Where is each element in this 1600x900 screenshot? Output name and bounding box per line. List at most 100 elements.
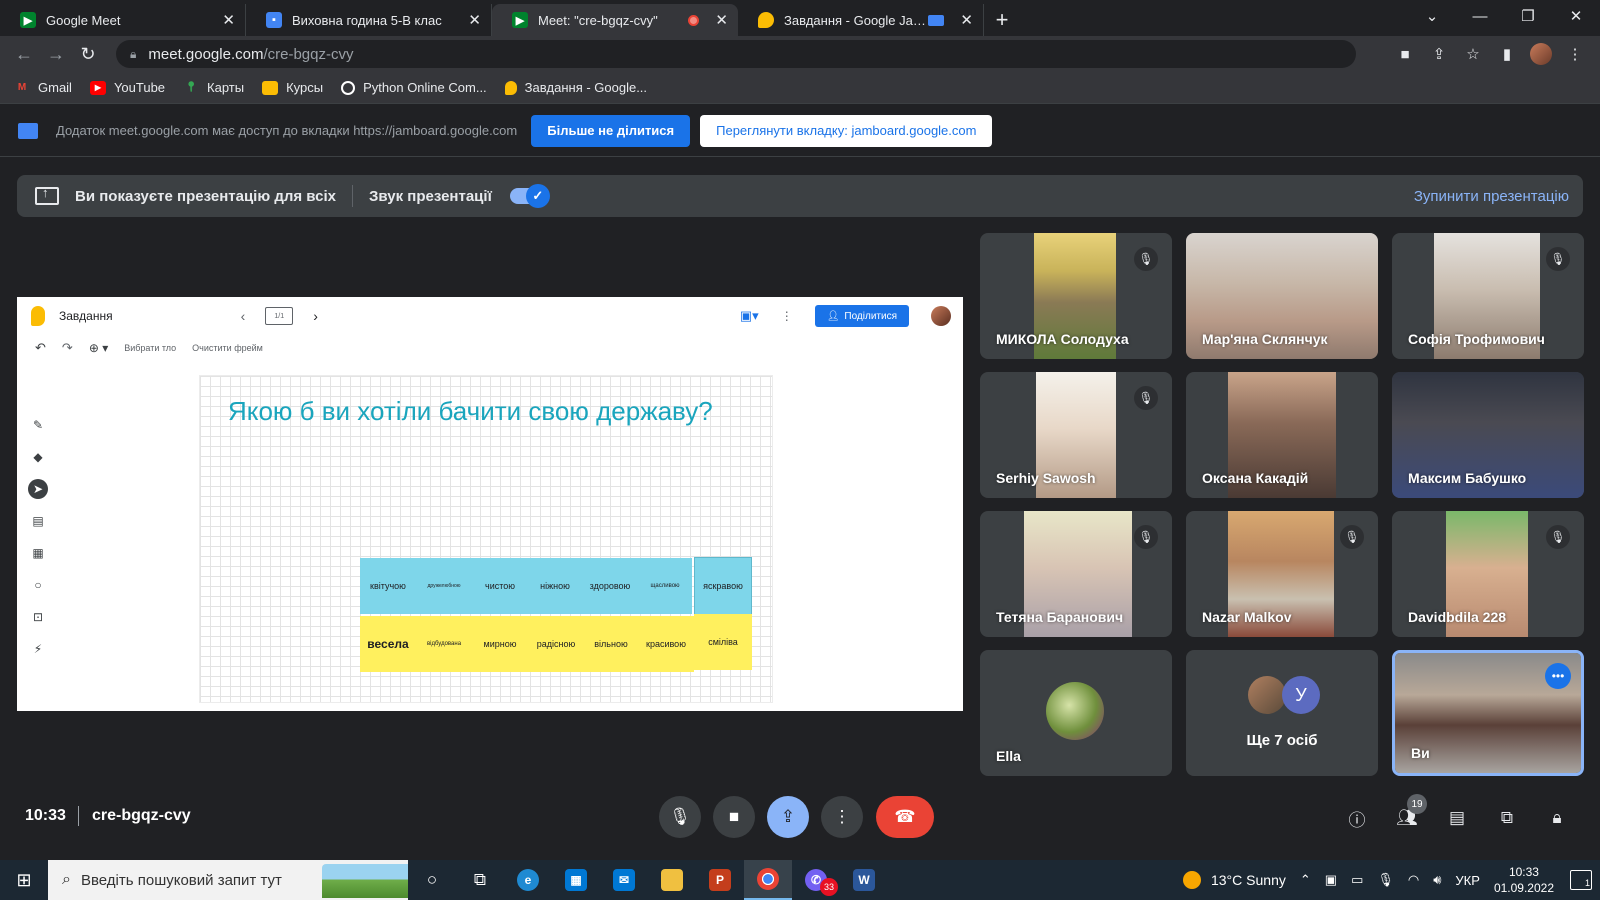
volume-icon[interactable]: 🔊︎: [1433, 872, 1441, 888]
sticky-note[interactable]: щасливою: [638, 558, 692, 614]
store-icon[interactable]: ▦: [552, 860, 600, 900]
word-icon[interactable]: W: [840, 860, 888, 900]
more-options-icon[interactable]: •••: [1545, 663, 1571, 689]
mail-icon[interactable]: ✉︎: [600, 860, 648, 900]
bookmark-gmail[interactable]: M Gmail: [14, 80, 72, 95]
participant-tile[interactable]: Оксана Какадій: [1186, 372, 1378, 498]
camera-button[interactable]: ■: [713, 796, 755, 838]
jamboard-avatar[interactable]: [931, 306, 951, 326]
frame-counter[interactable]: 1/1: [265, 307, 294, 325]
select-icon[interactable]: ➤: [28, 479, 48, 499]
more-options-icon[interactable]: ⋮: [781, 309, 793, 323]
chrome-icon[interactable]: [744, 860, 792, 900]
close-window-icon[interactable]: ✕: [1552, 7, 1600, 25]
participant-tile[interactable]: Ella: [980, 650, 1172, 776]
tab-search-icon[interactable]: ⌄: [1408, 7, 1456, 25]
view-tab-button[interactable]: Переглянути вкладку: jamboard.google.com: [700, 114, 993, 147]
sticky-note[interactable]: дружелюбною: [416, 558, 472, 614]
bookmark-python[interactable]: Python Online Com...: [341, 80, 487, 95]
viber-icon[interactable]: ✆ 33: [792, 860, 840, 900]
task-view-icon[interactable]: ⧉: [456, 860, 504, 900]
side-panel-icon[interactable]: ▮: [1496, 45, 1518, 63]
new-tab-button[interactable]: +: [984, 4, 1020, 36]
bookmark-star-icon[interactable]: ☆: [1462, 45, 1484, 63]
sticky-note[interactable]: відбудована: [416, 616, 472, 672]
more-participants-tile[interactable]: У Ще 7 осіб: [1186, 650, 1378, 776]
present-now-button[interactable]: ⇪: [767, 796, 809, 838]
windows-start-icon[interactable]: ⊞: [0, 860, 48, 900]
present-icon[interactable]: ▣▾: [740, 308, 759, 324]
participant-tile[interactable]: Мар'яна Склянчук: [1186, 233, 1378, 359]
back-icon[interactable]: ←: [8, 40, 40, 68]
jamboard-share-button[interactable]: 👤︎ Поділитися: [814, 305, 909, 327]
bookmark-youtube[interactable]: ▶ YouTube: [89, 80, 165, 95]
redo-icon[interactable]: ↷: [62, 340, 73, 356]
eraser-icon[interactable]: ◆: [28, 447, 48, 467]
lock-icon[interactable]: 🔒︎: [130, 47, 136, 62]
tab-class-hour[interactable]: ▪ Виховна година 5-В клас ✕: [246, 4, 492, 36]
maximize-icon[interactable]: ❐: [1504, 7, 1552, 25]
jamboard-canvas[interactable]: Якою б ви хотіли бачити свою державу? кв…: [199, 375, 773, 703]
reload-icon[interactable]: ↻: [72, 40, 104, 68]
weather-text[interactable]: 13°C Sunny: [1211, 872, 1286, 888]
sticky-note[interactable]: яскравою: [694, 557, 752, 615]
sticky-note[interactable]: мирною: [472, 616, 528, 672]
people-icon[interactable]: 👥︎ 19: [1393, 794, 1427, 832]
image-icon[interactable]: ▦: [28, 543, 48, 563]
participant-tile[interactable]: Максим Бабушко: [1392, 372, 1584, 498]
microphone-button[interactable]: 🎙︎: [659, 796, 701, 838]
close-tab-icon[interactable]: ✕: [960, 11, 973, 29]
chat-icon[interactable]: ▤: [1443, 804, 1471, 832]
next-frame-icon[interactable]: ›: [313, 308, 318, 324]
close-tab-icon[interactable]: ✕: [715, 11, 728, 29]
sticky-note[interactable]: здоровою: [582, 558, 638, 614]
participant-tile[interactable]: 🎙︎ Nazar Malkov: [1186, 511, 1378, 637]
sticky-note[interactable]: радісною: [528, 616, 584, 672]
stop-presentation-link[interactable]: Зупинити презентацію: [1414, 188, 1569, 205]
taskbar-clock[interactable]: 10:33 01.09.2022: [1494, 864, 1554, 896]
tab-jamboard[interactable]: Завдання - Google Jamboard ✕: [738, 4, 984, 36]
clear-frame-button[interactable]: Очистити фрейм: [192, 343, 263, 353]
bookmark-jamboard[interactable]: Завдання - Google...: [504, 80, 647, 95]
hidden-icons-chevron-icon[interactable]: ⌃: [1300, 872, 1311, 888]
profile-avatar[interactable]: [1530, 43, 1552, 65]
participant-tile[interactable]: 🎙︎ Тетяна Баранович: [980, 511, 1172, 637]
sticky-note[interactable]: весела: [360, 616, 416, 672]
circle-icon[interactable]: ○: [28, 575, 48, 595]
sticky-note[interactable]: чистою: [472, 558, 528, 614]
battery-icon[interactable]: ▭: [1351, 872, 1363, 888]
language-indicator[interactable]: УКР: [1455, 873, 1480, 888]
sticky-note[interactable]: квітучою: [360, 558, 416, 614]
microphone-icon[interactable]: 🎙︎: [1377, 872, 1394, 888]
forward-icon[interactable]: →: [40, 40, 72, 68]
leave-call-button[interactable]: ☎︎: [876, 796, 934, 838]
edge-icon[interactable]: e: [504, 860, 552, 900]
network-icon[interactable]: ▣: [1325, 872, 1337, 888]
sticky-note-icon[interactable]: ▤: [28, 511, 48, 531]
close-tab-icon[interactable]: ✕: [468, 11, 481, 29]
participant-tile[interactable]: 🎙︎ Софія Трофимович: [1392, 233, 1584, 359]
sticky-note[interactable]: красивою: [638, 616, 694, 672]
text-box-icon[interactable]: ⊡: [28, 607, 48, 627]
close-tab-icon[interactable]: ✕: [222, 11, 235, 29]
participant-tile[interactable]: 🎙︎ Serhiy Sawosh: [980, 372, 1172, 498]
file-explorer-icon[interactable]: [648, 860, 696, 900]
prev-frame-icon[interactable]: ‹: [241, 308, 246, 324]
zoom-icon[interactable]: ⊕ ▾: [89, 341, 108, 355]
pen-icon[interactable]: ✎: [28, 415, 48, 435]
sticky-note[interactable]: вільною: [584, 616, 638, 672]
notifications-icon[interactable]: 1: [1570, 870, 1592, 890]
undo-icon[interactable]: ↶: [35, 340, 46, 356]
bookmark-maps[interactable]: 📍︎ Карты: [183, 80, 244, 95]
bookmark-courses[interactable]: Курсы: [262, 80, 323, 95]
address-bar[interactable]: 🔒︎ meet.google.com/cre-bgqz-cvy: [116, 40, 1356, 68]
tab-google-meet[interactable]: ▶ Google Meet ✕: [0, 4, 246, 36]
host-controls-icon[interactable]: 🔒︎: [1543, 804, 1571, 832]
minimize-icon[interactable]: —: [1456, 8, 1504, 25]
meeting-details-icon[interactable]: ⓘ: [1343, 804, 1371, 832]
sticky-note[interactable]: сміліва: [694, 614, 752, 670]
sticky-note[interactable]: ніжною: [528, 558, 582, 614]
share-page-icon[interactable]: ⇪: [1428, 45, 1450, 63]
more-options-button[interactable]: ⋮: [821, 796, 863, 838]
wifi-icon[interactable]: ◠: [1408, 872, 1419, 888]
